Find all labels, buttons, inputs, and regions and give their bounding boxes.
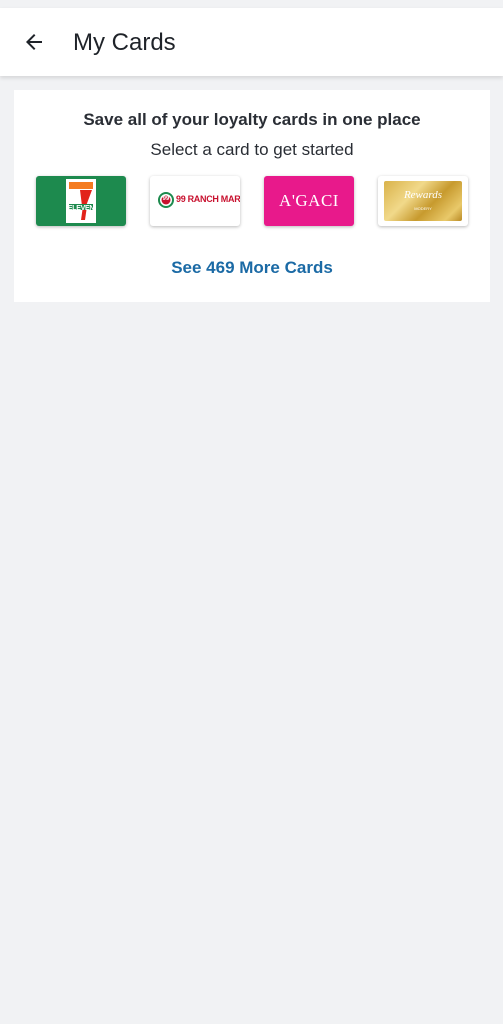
promo-subline: Select a card to get started: [150, 140, 354, 159]
featured-cards-row: ELEVEN 99 99 RANCH MARKET A'GACI Rewards…: [36, 176, 470, 228]
rewards-sublabel: MODERY: [414, 206, 432, 211]
promo-headline: Save all of your loyalty cards in one pl…: [83, 110, 421, 129]
page-title: My Cards: [73, 29, 176, 56]
card-rewards[interactable]: Rewards MODERY: [378, 176, 468, 226]
agaci-label: A'GACI: [279, 191, 339, 210]
app-bar: My Cards: [0, 8, 503, 76]
seven-eleven-logo: [66, 179, 96, 223]
card-7-eleven[interactable]: ELEVEN: [36, 176, 126, 226]
see-more-cards-link[interactable]: See 469 More Cards: [14, 258, 490, 278]
ranch-label: 99 RANCH MARKET: [176, 194, 240, 204]
rewards-gold-texture: [384, 181, 462, 221]
back-button[interactable]: [18, 26, 50, 58]
loyalty-promo-panel: Save all of your loyalty cards in one pl…: [14, 90, 490, 302]
ranch-badge-label: 99: [162, 196, 170, 202]
arrow-left-icon: [26, 34, 42, 50]
card-agaci[interactable]: A'GACI: [264, 176, 354, 226]
card-99-ranch-market[interactable]: 99 99 RANCH MARKET: [150, 176, 240, 226]
status-bar: [0, 0, 503, 8]
rewards-label: Rewards: [403, 189, 443, 201]
seven-eleven-label: ELEVEN: [67, 205, 95, 212]
